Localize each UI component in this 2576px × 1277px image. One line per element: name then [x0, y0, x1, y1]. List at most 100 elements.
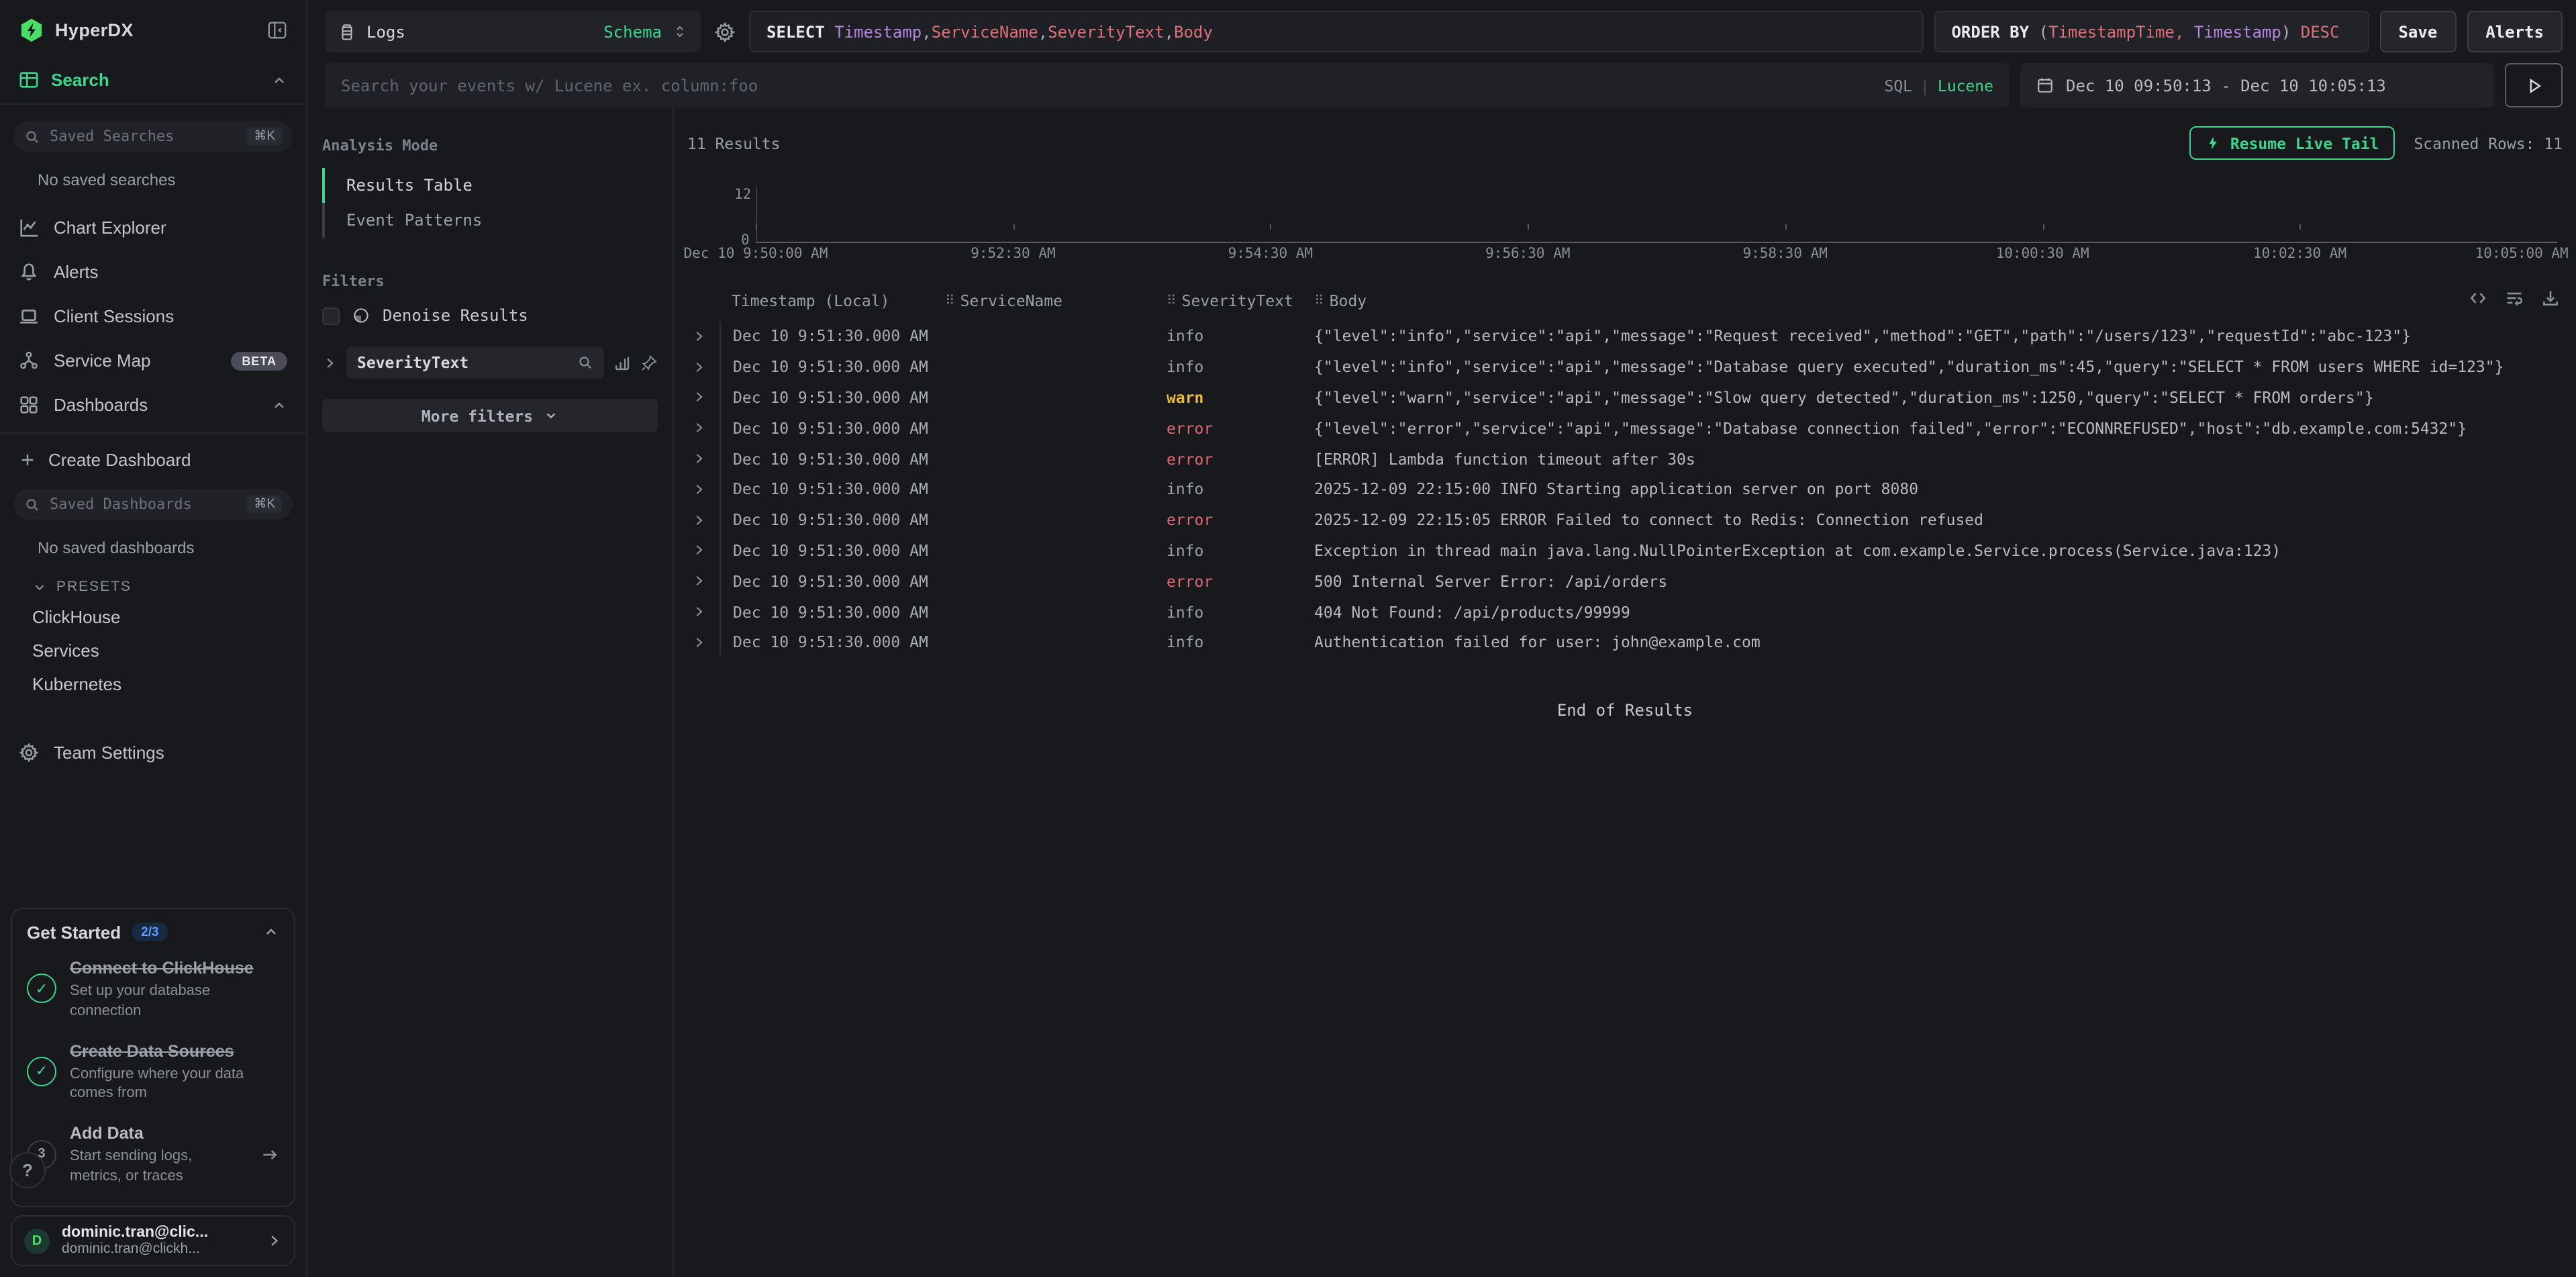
step-title: Add Data [70, 1125, 144, 1143]
col-body[interactable]: Body [1330, 291, 1367, 310]
col-servicename[interactable]: ServiceName [960, 291, 1062, 310]
row-body: 2025-12-09 22:15:05 ERROR Failed to conn… [1314, 510, 2563, 529]
select-clause-input[interactable]: SELECT Timestamp,ServiceName,SeverityTex… [749, 11, 1923, 52]
denoise-checkbox[interactable] [322, 307, 340, 324]
user-menu[interactable]: D dominic.tran@clic... dominic.tran@clic… [11, 1215, 295, 1266]
expand-row-icon[interactable] [687, 329, 720, 344]
expand-row-icon[interactable] [687, 512, 720, 527]
preset-services[interactable]: Services [0, 634, 306, 667]
chevron-up-icon[interactable] [271, 397, 287, 413]
chevron-right-icon[interactable] [322, 355, 337, 370]
more-filters-label: More filters [422, 406, 533, 425]
get-started-step-add-data[interactable]: 3 Add Data Start sending logs, metrics, … [27, 1122, 279, 1187]
chevron-up-icon[interactable] [271, 72, 287, 88]
table-row[interactable]: Dec 10 9:51:30.000 AM info Authenticatio… [687, 627, 2563, 658]
source-settings-gear-icon[interactable] [711, 21, 738, 42]
run-query-button[interactable] [2505, 63, 2563, 107]
expand-row-icon[interactable] [687, 604, 720, 619]
sidebar-item-team-settings[interactable]: Team Settings [0, 730, 306, 775]
table-row[interactable]: Dec 10 9:51:30.000 AM error [ERROR] Lamb… [687, 443, 2563, 474]
sidebar-item-search[interactable]: Search [0, 56, 306, 105]
select-field: Body [1174, 22, 1213, 41]
row-timestamp: Dec 10 9:51:30.000 AM [720, 443, 945, 474]
mode-tab-event-patterns[interactable]: Event Patterns [322, 203, 658, 238]
expand-row-icon[interactable] [687, 543, 720, 558]
preset-clickhouse[interactable]: ClickHouse [0, 600, 306, 634]
table-row[interactable]: Dec 10 9:51:30.000 AM info Exception in … [687, 535, 2563, 566]
sidebar-item-dashboards[interactable]: Dashboards [0, 383, 306, 427]
sidebar-item-chart-explorer[interactable]: Chart Explorer [0, 205, 306, 250]
chart-explorer-label: Chart Explorer [54, 218, 287, 238]
sidebar-collapse-icon[interactable] [267, 20, 287, 40]
sidebar-item-client-sessions[interactable]: Client Sessions [0, 294, 306, 338]
alerts-label: Alerts [54, 262, 287, 282]
resume-live-tail-button[interactable]: Resume Live Tail [2190, 126, 2395, 160]
row-body: {"level":"error","service":"api","messag… [1314, 419, 2563, 438]
table-header: Timestamp (Local) ⠿ ServiceName ⠿ Severity… [687, 286, 2563, 321]
preset-kubernetes[interactable]: Kubernetes [0, 667, 306, 701]
table-row[interactable]: Dec 10 9:51:30.000 AM info 404 Not Found… [687, 596, 2563, 627]
denoise-label: Denoise Results [383, 306, 528, 325]
severity-filter-field[interactable]: SeverityText [346, 346, 604, 379]
save-button[interactable]: Save [2379, 11, 2456, 52]
expand-row-icon[interactable] [687, 451, 720, 466]
get-started-step-connect[interactable]: ✓ Connect to ClickHouse Set up your data… [27, 956, 279, 1021]
end-of-results: End of Results [687, 658, 2563, 763]
expand-row-icon[interactable] [687, 421, 720, 436]
saved-searches-search[interactable]: ⌘K [13, 121, 293, 152]
select-keyword: SELECT [766, 22, 825, 41]
lucene-toggle[interactable]: Lucene [1938, 76, 1993, 95]
code-view-icon[interactable] [2469, 289, 2487, 308]
presets-label: PRESETS [56, 579, 132, 595]
table-row[interactable]: Dec 10 9:51:30.000 AM error 500 Internal… [687, 566, 2563, 597]
table-row[interactable]: Dec 10 9:51:30.000 AM info 2025-12-09 22… [687, 474, 2563, 505]
expand-row-icon[interactable] [687, 482, 720, 497]
chart-explorer-icon [19, 218, 40, 238]
gear-icon [19, 743, 40, 763]
help-button[interactable]: ? [9, 1152, 46, 1188]
alerts-button[interactable]: Alerts [2467, 11, 2563, 52]
expand-row-icon[interactable] [687, 359, 720, 374]
expand-row-icon[interactable] [687, 574, 720, 589]
saved-dashboards-input[interactable] [50, 495, 238, 513]
create-dashboard-label: Create Dashboard [48, 450, 191, 470]
col-timestamp[interactable]: Timestamp (Local) [732, 291, 889, 310]
chart-plot-area: 12 0 [756, 187, 2557, 243]
chevron-up-icon[interactable] [263, 925, 279, 941]
drag-handle-icon[interactable]: ⠿ [1167, 293, 1175, 308]
get-started-step-datasources[interactable]: ✓ Create Data Sources Configure where yo… [27, 1039, 279, 1104]
row-body: {"level":"warn","service":"api","message… [1314, 388, 2563, 407]
saved-searches-input[interactable] [50, 128, 238, 145]
sidebar-item-alerts[interactable]: Alerts [0, 250, 306, 294]
download-icon[interactable] [2541, 289, 2560, 308]
user-name: dominic.tran@clic... [62, 1225, 208, 1241]
presets-toggle[interactable]: PRESETS [0, 563, 306, 600]
row-body: 500 Internal Server Error: /api/orders [1314, 572, 2563, 591]
col-severitytext[interactable]: SeverityText [1182, 291, 1293, 310]
event-search-bar[interactable]: SQL|Lucene [325, 63, 2010, 107]
pin-icon[interactable] [640, 354, 658, 371]
time-range-picker[interactable]: Dec 10 09:50:13 - Dec 10 10:05:13 [2020, 63, 2494, 107]
table-row[interactable]: Dec 10 9:51:30.000 AM error 2025-12-09 2… [687, 505, 2563, 536]
search-icon[interactable] [577, 354, 593, 371]
table-row[interactable]: Dec 10 9:51:30.000 AM warn {"level":"war… [687, 382, 2563, 413]
bar-chart-icon[interactable] [613, 354, 631, 371]
drag-handle-icon[interactable]: ⠿ [945, 293, 954, 308]
expand-row-icon[interactable] [687, 390, 720, 405]
create-dashboard-button[interactable]: Create Dashboard [0, 434, 306, 473]
table-row[interactable]: Dec 10 9:51:30.000 AM info {"level":"inf… [687, 352, 2563, 383]
drag-handle-icon[interactable]: ⠿ [1314, 293, 1323, 308]
event-search-input[interactable] [341, 76, 1871, 95]
sql-toggle[interactable]: SQL [1884, 76, 1912, 95]
more-filters-button[interactable]: More filters [322, 399, 658, 432]
saved-dashboards-search[interactable]: ⌘K [13, 489, 293, 520]
source-select[interactable]: Logs Schema [325, 11, 701, 52]
saved-dashboards-shortcut: ⌘K [247, 495, 282, 513]
orderby-clause-input[interactable]: ORDER BY (TimestampTime, Timestamp) DESC [1934, 11, 2369, 52]
table-row[interactable]: Dec 10 9:51:30.000 AM info {"level":"inf… [687, 321, 2563, 352]
sidebar-item-service-map[interactable]: Service Map BETA [0, 338, 306, 383]
mode-tab-results-table[interactable]: Results Table [322, 168, 658, 203]
expand-row-icon[interactable] [687, 635, 720, 650]
table-row[interactable]: Dec 10 9:51:30.000 AM error {"level":"er… [687, 413, 2563, 444]
wrap-lines-icon[interactable] [2505, 289, 2524, 308]
